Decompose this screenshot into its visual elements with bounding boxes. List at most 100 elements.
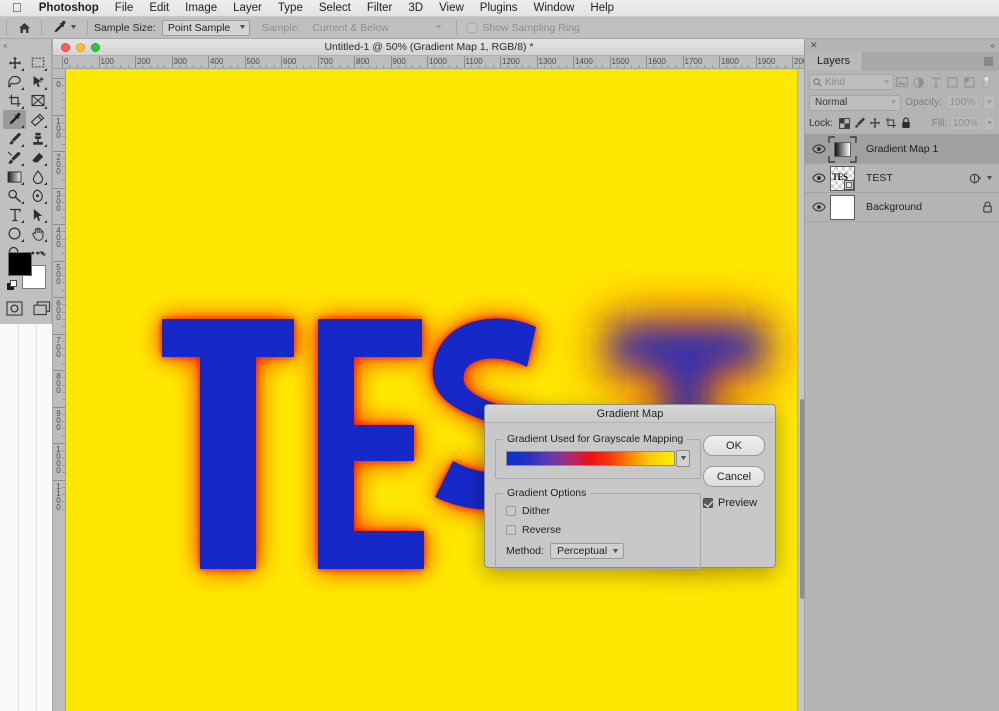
filter-adjustment-icon[interactable] (910, 74, 927, 90)
layer-row-test[interactable]: TES TEST ▼ (805, 164, 999, 193)
menu-view[interactable]: View (431, 0, 472, 17)
lock-all-icon[interactable] (900, 116, 913, 131)
ruler-minor-tick (748, 65, 750, 68)
type-tool[interactable] (3, 205, 26, 224)
sample-size-select[interactable]: Point Sample ▼ (161, 19, 250, 36)
menu-image[interactable]: Image (177, 0, 225, 17)
gradient-dropdown-button[interactable]: ▼ (676, 450, 690, 467)
chevron-down-icon-layer-fx[interactable]: ▼ (985, 175, 994, 182)
eraser-tool[interactable] (26, 148, 49, 167)
screen-mode-icon[interactable] (33, 301, 51, 319)
menu-select[interactable]: Select (311, 0, 359, 17)
menu-3d[interactable]: 3D (400, 0, 431, 17)
clone-stamp-tool[interactable] (26, 129, 49, 148)
object-selection-tool[interactable] (26, 72, 49, 91)
filter-kind-select[interactable]: Kind ▼ (809, 74, 894, 90)
eye-icon[interactable] (809, 144, 828, 154)
menu-edit[interactable]: Edit (141, 0, 177, 17)
opacity-stepper[interactable]: ▼ (982, 95, 995, 110)
collapse-arrows-icon[interactable]: « (3, 41, 8, 50)
preview-row[interactable]: Preview (703, 497, 765, 509)
pen-tool[interactable] (26, 186, 49, 205)
healing-brush-tool[interactable] (26, 110, 49, 129)
dither-row[interactable]: Dither (506, 505, 690, 517)
menu-type[interactable]: Type (270, 0, 311, 17)
layer-effects-icon[interactable] (969, 173, 982, 184)
lock-transparent-pixels-icon[interactable] (838, 116, 851, 131)
filter-pixel-icon[interactable] (894, 74, 911, 90)
menu-layer[interactable]: Layer (225, 0, 270, 17)
close-panel-icon[interactable]: ✕ (810, 40, 818, 51)
menu-photoshop[interactable]: Photoshop (31, 0, 107, 17)
cancel-button[interactable]: Cancel (703, 466, 765, 487)
fill-stepper[interactable]: ▼ (983, 115, 995, 131)
quick-mask-icon[interactable] (6, 301, 23, 319)
show-sampling-ring-checkbox[interactable] (467, 22, 478, 33)
ruler-tick-v (53, 187, 65, 189)
zoom-window-button[interactable] (91, 42, 100, 52)
filter-smart-object-icon[interactable] (961, 74, 978, 90)
hand-tool[interactable] (26, 224, 49, 243)
path-selection-tool[interactable] (26, 205, 49, 224)
image-canvas[interactable] (66, 69, 797, 711)
swap-colors-icon[interactable]: ↷ (38, 250, 46, 261)
menu-file[interactable]: File (107, 0, 142, 17)
home-icon[interactable] (13, 19, 35, 37)
layer-row-background[interactable]: Background (805, 193, 999, 222)
crop-tool[interactable] (3, 91, 26, 110)
menu-window[interactable]: Window (526, 0, 583, 17)
gradient-tool[interactable] (3, 167, 26, 186)
reverse-row[interactable]: Reverse (506, 524, 690, 536)
ok-button[interactable]: OK (703, 435, 765, 456)
layer-thumbnail-wrapper-3[interactable] (828, 193, 857, 222)
opacity-value[interactable]: 100% (945, 95, 979, 110)
brush-tool[interactable] (3, 129, 26, 148)
close-window-button[interactable] (61, 42, 70, 52)
blend-mode-select[interactable]: Normal ▼ (809, 94, 902, 111)
default-colors-icon[interactable] (7, 280, 18, 294)
eye-icon-2[interactable] (809, 173, 828, 183)
menu-plugins[interactable]: Plugins (472, 0, 526, 17)
filter-toggle-switch[interactable] (978, 74, 995, 90)
current-tool-picker[interactable]: ▼ (48, 20, 81, 35)
menu-help[interactable]: Help (582, 0, 622, 17)
reverse-checkbox[interactable] (506, 525, 516, 535)
tool-preset-caret-icon[interactable]: ▼ (69, 24, 78, 31)
collapse-panel-icon[interactable]: « (991, 41, 996, 50)
ruler-tick (500, 56, 501, 68)
lock-position-icon[interactable] (869, 116, 882, 131)
frame-tool[interactable] (26, 91, 49, 110)
dither-checkbox[interactable] (506, 506, 516, 516)
foreground-color-swatch[interactable] (8, 252, 32, 276)
blur-tool[interactable] (26, 167, 49, 186)
move-tool[interactable] (3, 53, 26, 72)
lasso-tool[interactable] (3, 72, 26, 91)
lock-image-pixels-icon[interactable] (853, 116, 866, 131)
filter-type-icon[interactable] (927, 74, 944, 90)
panel-menu-icon[interactable] (984, 57, 993, 66)
layer-thumbnail-wrapper-2[interactable]: TES (828, 164, 857, 193)
tab-layers[interactable]: Layers (805, 52, 864, 71)
apple-menu-icon[interactable]:  (8, 1, 31, 15)
canvas-area (66, 69, 805, 711)
ellipse-tool[interactable] (3, 224, 26, 243)
minimize-window-button[interactable] (76, 42, 85, 52)
preview-checkbox[interactable] (703, 498, 713, 508)
filter-shape-icon[interactable] (944, 74, 961, 90)
vertical-ruler[interactable]: 0 100 200 300 400 500 600 700 800 900 1000 1100 (53, 69, 66, 711)
gradient-swatch[interactable] (506, 451, 676, 466)
method-select[interactable]: Perceptual ▼ (549, 543, 625, 559)
dodge-tool[interactable] (3, 186, 26, 205)
lock-artboard-nesting-icon[interactable] (885, 116, 898, 131)
fill-value[interactable]: 100% (950, 115, 981, 131)
ruler-minor-tick (689, 65, 691, 68)
eyedropper-tool[interactable] (3, 110, 26, 129)
history-brush-tool[interactable] (3, 148, 26, 167)
eye-icon-3[interactable] (809, 202, 828, 212)
ruler-minor-tick (660, 65, 662, 68)
rectangular-marquee-tool[interactable] (26, 53, 49, 72)
menu-filter[interactable]: Filter (359, 0, 401, 17)
layer-row-gradient-map[interactable]: Gradient Map 1 (805, 135, 999, 164)
layer-thumbnail-wrapper[interactable] (828, 135, 857, 164)
horizontal-ruler[interactable]: 0 100 200 300 400 500 600 700 800 900 1000 1100 1200… (53, 56, 805, 69)
